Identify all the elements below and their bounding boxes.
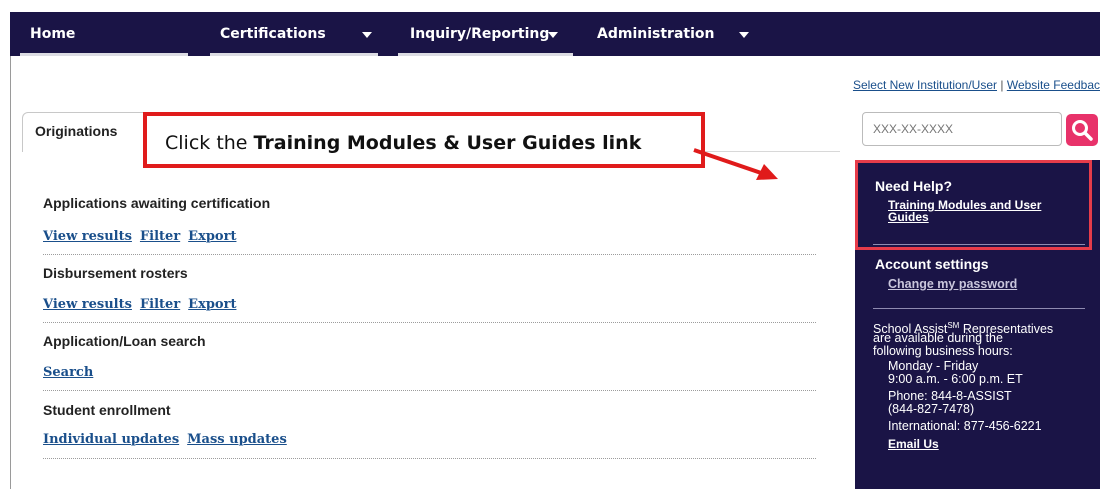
- section-title-loan-search: Application/Loan search: [43, 333, 206, 349]
- account-settings-heading: Account settings: [875, 256, 989, 272]
- representatives-text-line3: following business hours:: [873, 344, 1013, 358]
- instruction-callout: Click the Training Modules & User Guides…: [143, 112, 705, 168]
- sidebar-divider: [873, 308, 1085, 309]
- nav-administration[interactable]: Administration: [597, 12, 757, 56]
- section-links-disbursement: View results Filter Export: [43, 297, 244, 312]
- nav-administration-label: Administration: [597, 26, 715, 42]
- tab-originations-label: Originations: [35, 123, 118, 139]
- nav-certifications-label: Certifications: [220, 26, 326, 42]
- top-links: Select New Institution/User | Website Fe…: [853, 78, 1100, 92]
- website-feedback-link[interactable]: Website Feedbac: [1007, 78, 1100, 92]
- callout-prefix: Click the: [165, 132, 254, 154]
- section-divider: [43, 458, 816, 459]
- nav-home-label: Home: [30, 26, 76, 42]
- individual-updates-link[interactable]: Individual updates: [43, 432, 179, 447]
- callout-bold-text: Training Modules & User Guides link: [253, 132, 642, 154]
- ssn-search-field: [862, 112, 1062, 146]
- search-input[interactable]: [863, 113, 1053, 145]
- email-us-link[interactable]: Email Us: [888, 438, 939, 450]
- nav-inquiry-reporting[interactable]: Inquiry/Reporting: [410, 12, 570, 56]
- nav-home[interactable]: Home: [30, 12, 75, 56]
- section-divider: [43, 254, 816, 255]
- nav-inquiry-reporting-underline: [398, 53, 573, 56]
- top-navigation-bar: Home Certifications Inquiry/Reporting Ad…: [10, 12, 1100, 56]
- mass-updates-link[interactable]: Mass updates: [187, 432, 287, 447]
- chevron-down-icon: [548, 32, 558, 38]
- business-hours: 9:00 a.m. - 6:00 p.m. ET: [888, 372, 1023, 386]
- section-title-applications: Applications awaiting certification: [43, 195, 271, 211]
- top-links-separator: |: [1000, 78, 1004, 92]
- chevron-down-icon: [362, 32, 372, 38]
- nav-inquiry-reporting-label: Inquiry/Reporting: [410, 26, 550, 42]
- phone-number-digits: (844-827-7478): [888, 402, 975, 416]
- search-button[interactable]: [1066, 114, 1098, 146]
- callout-arrow-icon: [693, 148, 778, 180]
- filter-link[interactable]: Filter: [140, 229, 180, 244]
- section-divider: [43, 390, 816, 391]
- need-help-highlight-box: [855, 160, 1092, 250]
- search-link[interactable]: Search: [43, 365, 93, 380]
- filter-link[interactable]: Filter: [140, 297, 180, 312]
- section-divider: [43, 322, 816, 323]
- international-phone: International: 877-456-6221: [888, 419, 1042, 433]
- select-new-institution-link[interactable]: Select New Institution/User: [853, 78, 997, 92]
- content-left-border: [10, 56, 11, 489]
- tab-originations[interactable]: Originations: [22, 112, 152, 152]
- search-icon: [1072, 120, 1093, 141]
- section-links-enrollment: Individual updates Mass updates: [43, 432, 295, 447]
- section-title-disbursement: Disbursement rosters: [43, 265, 188, 281]
- export-link[interactable]: Export: [188, 297, 236, 312]
- section-links-loan-search: Search: [43, 365, 101, 380]
- section-links-applications: View results Filter Export: [43, 229, 244, 244]
- chevron-down-icon: [739, 32, 749, 38]
- view-results-link[interactable]: View results: [43, 297, 132, 312]
- export-link[interactable]: Export: [188, 229, 236, 244]
- change-password-link[interactable]: Change my password: [888, 278, 1017, 291]
- nav-home-underline: [20, 53, 188, 56]
- view-results-link[interactable]: View results: [43, 229, 132, 244]
- nav-certifications-underline: [210, 53, 378, 56]
- section-title-enrollment: Student enrollment: [43, 402, 171, 418]
- nav-certifications[interactable]: Certifications: [220, 12, 380, 56]
